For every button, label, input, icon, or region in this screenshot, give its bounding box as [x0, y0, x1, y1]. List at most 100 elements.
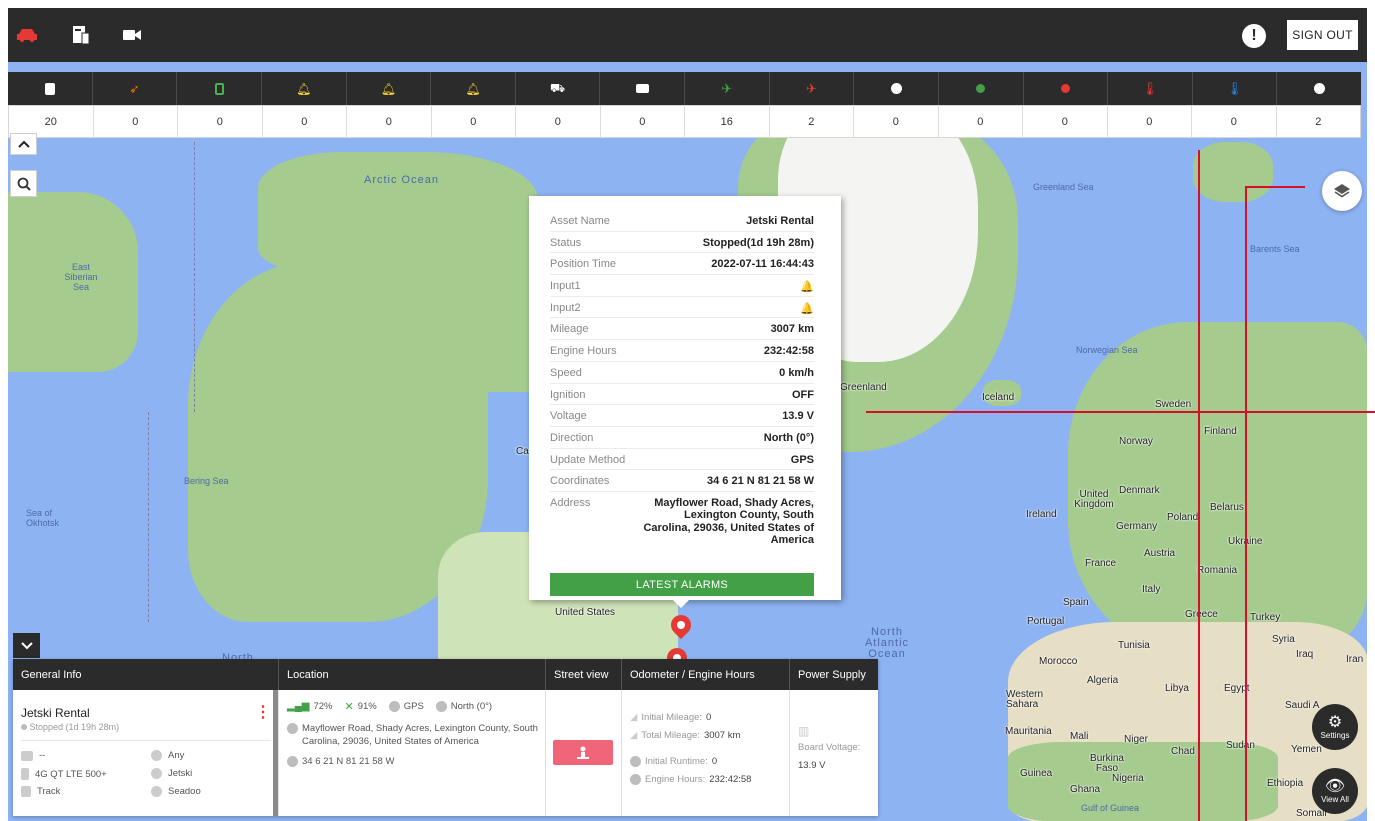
label-united-states: United States	[555, 607, 616, 618]
model-text: Seadoo	[168, 786, 201, 797]
popup-value: 13.9 V	[782, 410, 814, 423]
collapse-info-button[interactable]	[13, 633, 40, 658]
video-camera-icon[interactable]	[119, 22, 145, 48]
label-germany: Germany	[1116, 521, 1158, 532]
scrollbar[interactable]	[273, 690, 278, 816]
bell-icon[interactable]: 🔔︎	[431, 72, 516, 105]
tow-icon[interactable]: ⛟	[516, 72, 601, 105]
counter-value: 0	[94, 106, 178, 137]
more-options-icon[interactable]: ⋮	[255, 705, 271, 721]
type-item: Jetski	[151, 768, 192, 779]
location-column: ▂▄▆ 72% ✕ 91% GPS North (0°) Mayflower Roa…	[279, 690, 546, 816]
popup-row: Voltage 13.9 V	[550, 405, 814, 427]
coords-line: 34 6 21 N 81 21 58 W	[287, 756, 394, 767]
street-view-button[interactable]	[553, 740, 613, 765]
engine-on-icon[interactable]	[939, 72, 1024, 105]
satellite-icon[interactable]: ✈	[685, 72, 770, 105]
popup-row: Input1 🔔	[550, 275, 814, 297]
timer-icon	[630, 774, 641, 785]
label-romania: Romania	[1197, 565, 1238, 576]
engine-hours-label: Engine Hours:	[645, 774, 706, 785]
document-icon[interactable]	[8, 72, 93, 105]
direction-icon	[435, 701, 447, 712]
label-denmark: Denmark	[1119, 485, 1160, 496]
device-text: 4G QT LTE 500+	[35, 768, 107, 780]
counter-value: 0	[939, 106, 1023, 137]
label-greece: Greece	[1185, 609, 1218, 620]
popup-key: Input1	[550, 280, 581, 293]
settings-button[interactable]: ⚙ Settings	[1312, 704, 1358, 750]
popup-row: Update Method GPS	[550, 449, 814, 471]
chevron-up-icon	[17, 140, 30, 148]
settings-label: Settings	[1320, 730, 1350, 740]
mode-item: Track	[21, 786, 60, 797]
label-gulf-of-guinea: Gulf of Guinea	[1081, 803, 1140, 813]
map-search-button[interactable]	[10, 170, 37, 197]
label-syria: Syria	[1272, 634, 1295, 645]
label-libya: Libya	[1165, 683, 1189, 694]
popup-row: Input2 🔔	[550, 297, 814, 319]
bell-icon[interactable]: 🔔︎	[347, 72, 432, 105]
label-ghana: Ghana	[1070, 784, 1101, 795]
popup-value: GPS	[790, 453, 814, 466]
model-icon	[151, 786, 162, 797]
battery-icon[interactable]	[177, 72, 262, 105]
date-line	[194, 142, 195, 412]
popup-key: Engine Hours	[550, 345, 617, 358]
popup-row: Mileage 3007 km	[550, 318, 814, 341]
popup-value: Mayflower Road, Shady Acres, Lexington C…	[643, 496, 814, 547]
car-icon[interactable]	[14, 22, 40, 48]
annotation-line	[1245, 186, 1305, 188]
popup-row: Coordinates 34 6 21 N 81 21 58 W	[550, 470, 814, 492]
label-sea-of-okhotsk: Sea of Okhotsk	[26, 508, 60, 528]
collapse-counters-button[interactable]	[10, 133, 37, 155]
rocket-icon[interactable]: ➶	[93, 72, 178, 105]
eye-icon: 👁︎	[1324, 777, 1346, 795]
initial-runtime-label: Initial Runtime:	[645, 756, 708, 767]
status-counter-strip: ➶ 🔔︎ 🔔︎ 🔔︎ ⛟ ✈ ✈ 🌡︎ 🌡︎ 20 0 0 0 0 0 0 0 …	[8, 72, 1361, 138]
map-layers-button[interactable]	[1322, 171, 1362, 211]
gear-icon: ⚙	[1327, 713, 1343, 731]
popup-key: Status	[550, 236, 582, 249]
type-text: Jetski	[168, 768, 193, 779]
asset-info-panel: General Info Location Street view Odomet…	[13, 659, 878, 816]
label-turkey: Turkey	[1250, 612, 1281, 623]
person-icon	[577, 746, 589, 759]
land-svalbard	[1193, 142, 1273, 202]
engine-off-icon[interactable]	[1024, 72, 1109, 105]
view-all-button[interactable]: 👁︎ View All	[1312, 768, 1358, 814]
direction-text: North (0°)	[450, 701, 493, 712]
speed-icon[interactable]	[1277, 72, 1361, 105]
counter-value: 0	[347, 106, 432, 137]
popup-value: North (0°)	[763, 431, 814, 444]
satellite-off-icon[interactable]: ✈	[770, 72, 855, 105]
label-norway: Norway	[1119, 436, 1153, 447]
header-general-info: General Info	[13, 659, 279, 690]
alert-icon[interactable]: !	[1242, 24, 1266, 48]
label-bering-sea: Bering Sea	[184, 476, 229, 486]
status-dot-icon	[21, 724, 27, 730]
label-nigeria: Nigeria	[1112, 773, 1144, 784]
label-norwegian-sea: Norwegian Sea	[1076, 345, 1138, 355]
counter-value: 0	[854, 106, 939, 137]
temperature-low-icon[interactable]: 🌡︎	[1193, 72, 1278, 105]
initial-runtime-line: Initial Runtime: 0	[630, 756, 717, 767]
report-icon[interactable]	[68, 22, 94, 48]
sign-out-button[interactable]: SIGN OUT	[1287, 20, 1358, 50]
label-morocco: Morocco	[1039, 656, 1078, 667]
counter-values-row: 20 0 0 0 0 0 0 0 16 2 0 0 0 0 0 2	[8, 105, 1361, 138]
card-icon[interactable]	[600, 72, 685, 105]
chevron-down-icon	[20, 641, 33, 649]
label-yemen: Yemen	[1291, 744, 1322, 755]
label-portugal: Portugal	[1027, 616, 1065, 627]
label-ireland: Ireland	[1026, 509, 1057, 520]
land-europe	[1068, 322, 1367, 652]
latest-alarms-button[interactable]: LATEST ALARMS	[550, 573, 814, 596]
label-spain: Spain	[1063, 597, 1089, 608]
counter-value: 16	[685, 106, 770, 137]
bell-icon[interactable]: 🔔︎	[262, 72, 347, 105]
temperature-high-icon[interactable]: 🌡︎	[1108, 72, 1193, 105]
clock-icon[interactable]	[854, 72, 939, 105]
device-top-item: --	[21, 750, 45, 761]
phone-icon	[21, 768, 29, 780]
